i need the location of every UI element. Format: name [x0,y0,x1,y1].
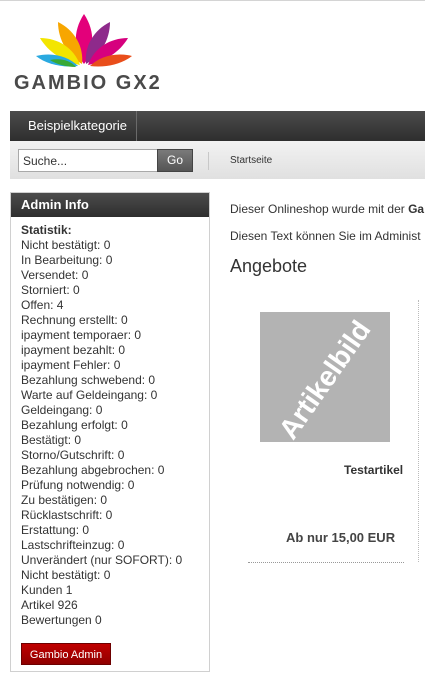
product-divider [248,562,404,563]
product-column-divider [418,300,419,562]
stat-item: Bezahlung schwebend: 0 [21,373,156,387]
stat-item: ipayment Fehler: 0 [21,358,121,372]
stat-item: ipayment bezahlt: 0 [21,343,126,357]
stat-item: Storno/Gutschrift: 0 [21,448,125,462]
stat-item: Rücklastschrift: 0 [21,508,113,522]
search-go-button[interactable]: Go [157,149,193,172]
gambio-admin-button[interactable]: Gambio Admin [21,643,111,665]
admin-stats-list: Statistik: Nicht bestätigt: 0 In Bearbei… [11,217,209,628]
top-divider [0,0,425,1]
nav-item-beispielkategorie[interactable]: Beispielkategorie [10,111,138,141]
category-navbar: Beispielkategorie [10,111,425,141]
admin-info-title: Admin Info [11,193,209,217]
breadcrumb-home-link[interactable]: Startseite [230,155,272,166]
search-input[interactable] [18,149,159,172]
stat-item: Lastschrifteinzug: 0 [21,538,125,552]
product-name-link[interactable]: Testartikel [344,463,403,477]
product-price: Ab nur 15,00 EUR [286,530,396,545]
stat-item: ipayment temporaer: 0 [21,328,142,342]
stat-item: Artikel 926 [21,598,78,612]
stat-item: Versendet: 0 [21,268,89,282]
stat-item: Bezahlung erfolgt: 0 [21,418,128,432]
lotus-logo-icon [36,14,132,67]
intro-text-line-1: Dieser Onlineshop wurde mit der Ga [230,202,425,216]
stat-item: Storniert: 0 [21,283,80,297]
stat-item: Geldeingang: 0 [21,403,103,417]
stat-item: Unverändert (nur SOFORT): 0 [21,553,183,567]
stat-item: Erstattung: 0 [21,523,90,537]
main-content: Dieser Onlineshop wurde mit der Ga Diese… [230,202,425,277]
stat-item: Bestätigt: 0 [21,433,82,447]
intro-text: Dieser Onlineshop wurde mit der [230,202,405,216]
stat-item: Prüfung notwendig: 0 [21,478,135,492]
stat-item: Nicht bestätigt: 0 [21,568,111,582]
stat-item: Kunden 1 [21,583,73,597]
stat-item: Bewertungen 0 [21,613,102,627]
shop-logo[interactable]: GAMBIO GX2 [14,12,164,94]
stat-item: Nicht bestätigt: 0 [21,238,111,252]
stats-heading: Statistik: [21,223,72,237]
stat-item: Warte auf Geldeingang: 0 [21,388,158,402]
stat-item: Offen: 4 [21,298,64,312]
product-image[interactable]: Artikelbild [260,312,390,442]
offers-heading: Angebote [230,256,308,276]
logo-text: GAMBIO GX2 [14,72,162,94]
stat-item: Rechnung erstellt: 0 [21,313,128,327]
stat-item: In Bearbeitung: 0 [21,253,113,267]
stat-item: Bezahlung abgebrochen: 0 [21,463,165,477]
stat-item: Zu bestätigen: 0 [21,493,108,507]
search-separator [208,152,209,170]
intro-text-bold: Ga [408,202,425,216]
admin-info-box: Admin Info Statistik: Nicht bestätigt: 0… [10,192,210,672]
product-image-placeholder-text: Artikelbild [272,314,377,442]
intro-text-line-2: Diesen Text können Sie im Administ [230,229,421,243]
search-bar: Go Startseite [10,141,425,179]
